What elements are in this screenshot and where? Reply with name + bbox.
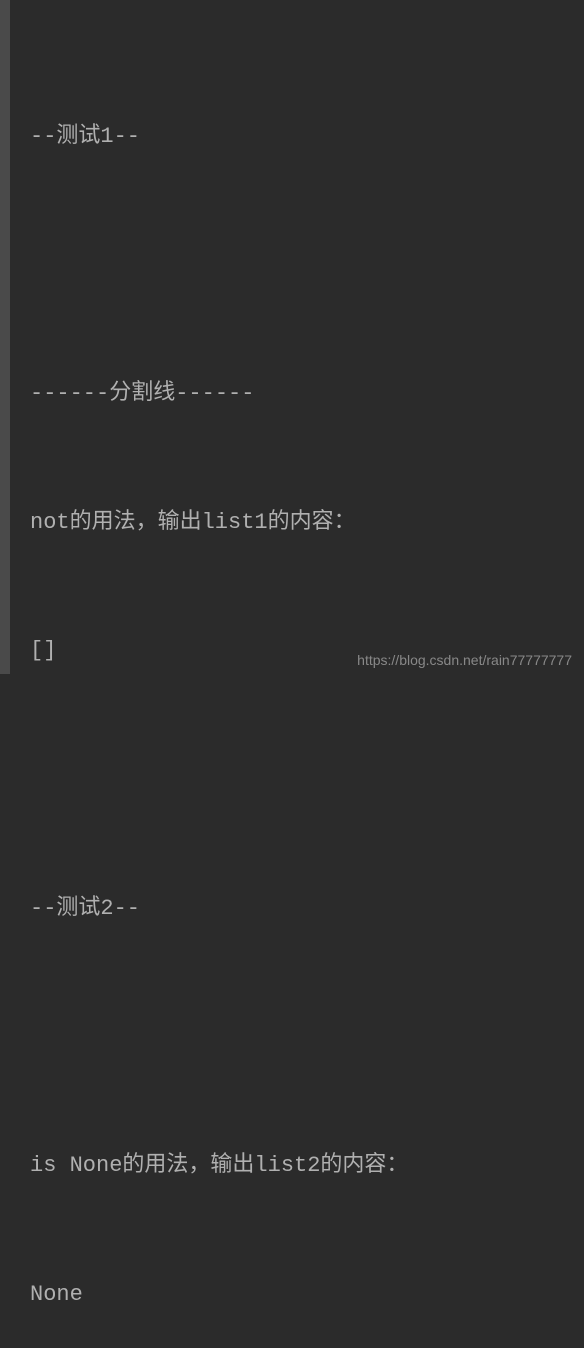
console-line: not的用法，输出list1的内容： bbox=[30, 502, 564, 545]
console-line bbox=[30, 759, 564, 802]
console-line: --测试1-- bbox=[30, 116, 564, 159]
console-line bbox=[30, 244, 564, 287]
watermark-text: https://blog.csdn.net/rain77777777 bbox=[357, 652, 572, 668]
scrollbar[interactable] bbox=[0, 0, 10, 674]
console-output: --测试1-- ------分割线------ not的用法，输出list1的内… bbox=[0, 0, 584, 1348]
console-line: ------分割线------ bbox=[30, 373, 564, 416]
console-line: None bbox=[30, 1274, 564, 1317]
console-line bbox=[30, 1016, 564, 1059]
console-line: is None的用法，输出list2的内容： bbox=[30, 1145, 564, 1188]
console-line: --测试2-- bbox=[30, 888, 564, 931]
